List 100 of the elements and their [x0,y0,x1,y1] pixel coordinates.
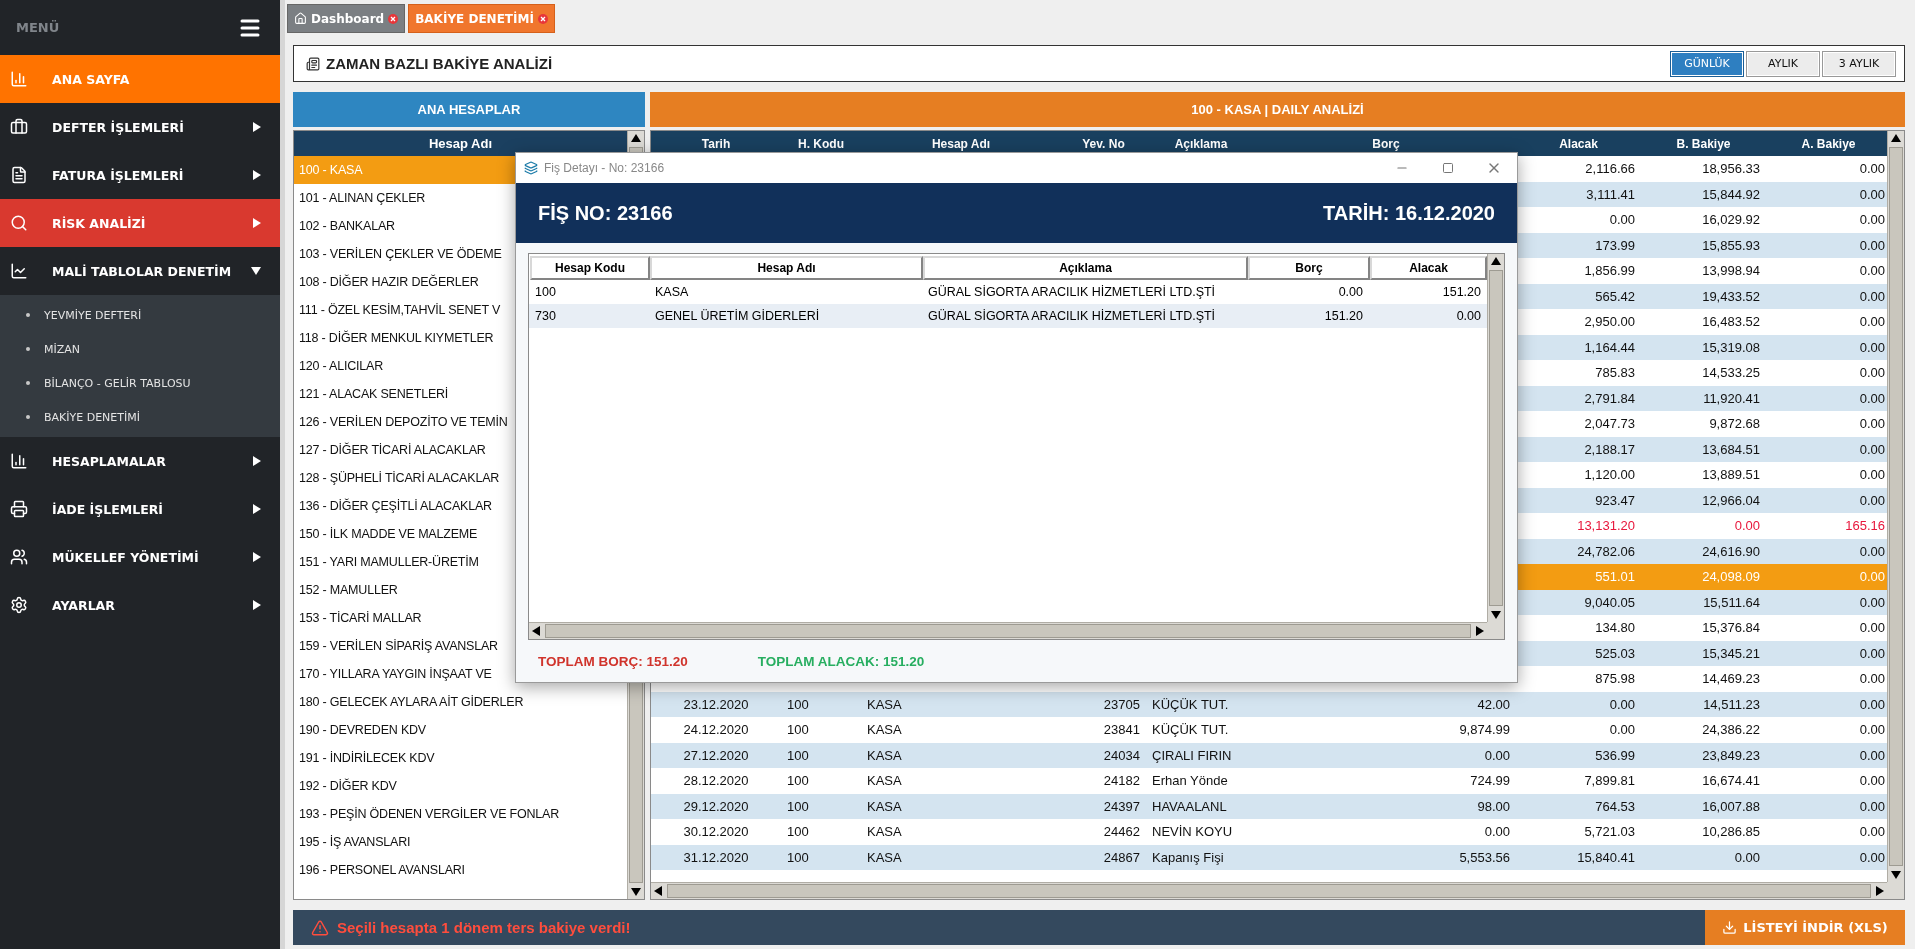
vertical-scrollbar[interactable] [1487,254,1504,622]
column-header: Yev. No [1081,136,1126,151]
balance-cell-text: 10,286.85 [1701,824,1761,840]
voucher-cell-text: 24034 [1102,747,1141,763]
document-icon [10,166,28,184]
balance-cell-text: 16,029.92 [1701,212,1761,228]
description-cell-text: ÇIRALI FIRIN [1151,747,1233,763]
close-icon[interactable] [537,13,548,24]
date-cell-text: 27.12.2020 [682,747,750,763]
balance-cell-text: 0.00 [1858,365,1886,381]
search-icon [10,214,28,232]
account-cell-text: KASA [866,798,903,814]
credit-cell-text: 1,164.44 [1583,339,1636,355]
account-cell-text: KASA [866,773,903,789]
horizontal-scrollbar[interactable] [529,622,1487,639]
credit-cell-text: 24,782.06 [1576,543,1636,559]
balance-cell-text: 24,386.22 [1701,722,1761,738]
balance-cell-text: 0.00 [1858,212,1886,228]
bar-chart-icon [10,70,28,88]
caret-right-icon [253,456,261,466]
balance-cell-text: 16,483.52 [1701,314,1761,330]
balance-cell-text: 23,849.23 [1701,747,1761,763]
column-header: B. Bakiye [1675,136,1732,151]
close-icon[interactable] [388,13,399,24]
credit-cell-text: 923.47 [1594,492,1636,508]
credit-cell-text: 551.01 [1594,569,1636,585]
submenu-item[interactable]: YEVMİYE DEFTERİ [0,298,280,332]
balance-cell-text: 0.00 [1858,645,1886,661]
debit-cell-text: 9,874.99 [1458,722,1511,738]
tab[interactable]: Dashboard [287,4,406,33]
code-cell-text: 100 [786,722,810,738]
caret-right-icon [253,600,261,610]
balance-cell-text: 0.00 [1733,518,1761,534]
period-button[interactable]: GÜNLÜK [1670,50,1744,77]
code-cell-text: 100 [786,824,810,840]
balance-cell-text: 0.00 [1858,441,1886,457]
period-button[interactable]: 3 AYLIK [1822,50,1896,77]
credit-cell-text: 0.00 [1608,696,1636,712]
credit-cell-text: 764.53 [1594,798,1636,814]
description-cell-text: KÜÇÜK TUT. [1151,722,1230,738]
down-arrow-icon [631,888,641,896]
caret-down-icon [251,267,261,275]
horizontal-scrollbar[interactable] [651,882,1887,899]
table-row[interactable]: 23.12.2020 100 KASA 23705 KÜÇÜK TUT. 42.00 0.00 14,511.23 0.00 [651,691,1887,717]
app-icon [524,161,538,175]
column-header: Tarih [700,136,732,151]
credit-cell-text: 1,856.99 [1583,263,1636,279]
column-header: Borç [1371,136,1401,151]
date-cell-text: 31.12.2020 [682,849,750,865]
column-header: Hesap Adı [930,136,992,151]
table-row[interactable]: 730 GENEL ÜRETİM GİDERLERİ GÜRAL SİGORTA ARACILIK HİZMETLERİ LTD.ŞTİ 151.20 0.00 [529,304,1487,328]
balance-cell-text: 15,844.92 [1701,186,1761,202]
balance-cell-text: 0.00 [1858,186,1886,202]
account-cell-text: KASA [866,849,903,865]
submenu-item[interactable]: MİZAN [0,332,280,366]
balance-cell-text: 0.00 [1858,620,1886,636]
column-header: Açıklama [1173,136,1229,151]
voucher-date: TARİH: 16.12.2020 [1323,201,1495,225]
submenu-item[interactable]: BİLANÇO - GELİR TABLOSU [0,366,280,400]
voucher-cell-text: 24182 [1102,773,1141,789]
left-arrow-icon [532,626,540,636]
sidebar-item[interactable]: RİSK ANALİZİ [0,199,280,247]
table-cell-text: 151.20 [1323,309,1364,323]
scroll-thumb[interactable] [667,884,1871,898]
section-header: 100 - KASA | DAILY ANALİZİ [650,92,1905,127]
voucher-cell-text: 24462 [1102,824,1141,840]
credit-cell-text: 5,721.03 [1583,824,1636,840]
briefcase-icon [10,118,28,136]
table-row[interactable]: 31.12.2020 100 KASA 24867 Kapanış Fişi 5,553.56 15,840.41 0.00 0.00 [651,844,1887,870]
table-cell-text: 0.00 [1455,309,1482,323]
balance-cell-text: 0.00 [1858,288,1886,304]
submenu-item[interactable]: BAKİYE DENETİMİ [0,400,280,434]
table-row[interactable]: 27.12.2020 100 KASA 24034 ÇIRALI FIRIN 0.00 536.99 23,849.23 0.00 [651,742,1887,768]
period-button[interactable]: AYLIK [1746,50,1820,77]
credit-cell-text: 13,131.20 [1576,518,1636,534]
table-cell-text: KASA [654,285,690,299]
menu-title: MENÜ [16,20,60,35]
table-cell-text: 151.20 [1441,285,1482,299]
voucher-cell-text: 23705 [1102,696,1141,712]
description-cell-text: HAVAALANL [1151,798,1228,814]
balance-cell-text: 0.00 [1858,594,1886,610]
table-row[interactable]: 29.12.2020 100 KASA 24397 HAVAALANL 98.00 764.53 16,007.88 0.00 [651,793,1887,819]
vertical-scrollbar[interactable] [1887,131,1904,882]
balance-cell-text: 12,966.04 [1701,492,1761,508]
line-chart-icon [10,262,28,280]
account-cell-text: KASA [866,747,903,763]
date-cell-text: 24.12.2020 [682,722,750,738]
code-cell-text: 100 [786,747,810,763]
description-cell-text: NEVİN KOYU [1151,824,1234,840]
scroll-thumb[interactable] [1889,147,1903,866]
credit-cell-text: 7,899.81 [1583,773,1636,789]
balance-cell-text: 0.00 [1858,161,1886,177]
balance-cell-text: 18,956.33 [1701,161,1761,177]
balance-cell-text: 0.00 [1858,773,1886,789]
caret-right-icon [253,504,261,514]
balance-cell-text: 0.00 [1858,569,1886,585]
scroll-thumb[interactable] [545,624,1471,638]
table-cell-text: GENEL ÜRETİM GİDERLERİ [654,309,821,323]
balance-cell-text: 16,674.41 [1701,773,1761,789]
scroll-thumb[interactable] [1489,270,1503,606]
